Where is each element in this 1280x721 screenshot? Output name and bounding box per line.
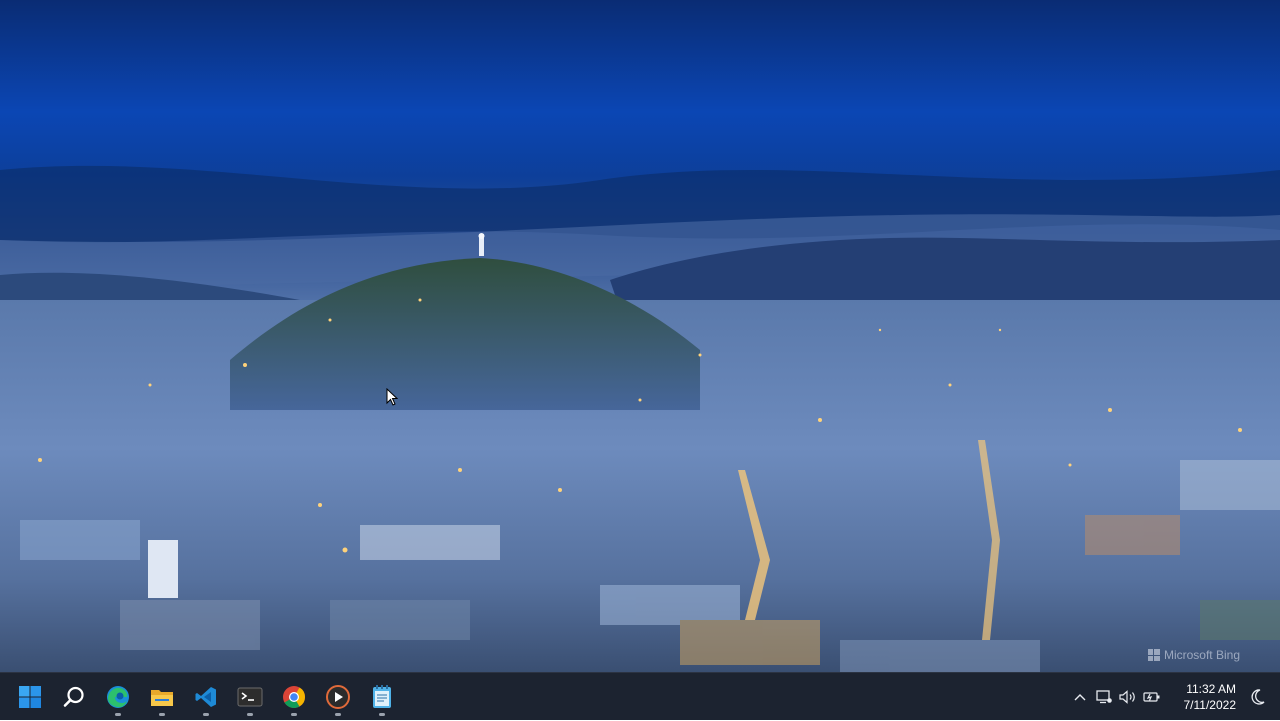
- running-indicator: [291, 713, 297, 716]
- taskbar: 11:32 AM 7/11/2022: [0, 672, 1280, 720]
- running-indicator: [247, 713, 253, 716]
- taskbar-app-file-explorer[interactable]: [142, 677, 182, 717]
- taskbar-app-media-player[interactable]: [318, 677, 358, 717]
- start-button[interactable]: [10, 677, 50, 717]
- taskbar-app-vscode[interactable]: [186, 677, 226, 717]
- taskbar-app-notepad[interactable]: [362, 677, 402, 717]
- battery-button[interactable]: [1140, 681, 1164, 713]
- notepad-icon: [373, 685, 391, 708]
- search-button[interactable]: [54, 677, 94, 717]
- volume-icon: [1119, 690, 1135, 704]
- volume-button[interactable]: [1116, 681, 1140, 713]
- clock-time: 11:32 AM: [1186, 682, 1236, 696]
- running-indicator: [335, 713, 341, 716]
- wallpaper: [0, 0, 1280, 672]
- battery-icon: [1143, 692, 1160, 702]
- watermark-text: Microsoft Bing: [1163, 648, 1240, 662]
- clock-button[interactable]: 11:32 AM 7/11/2022: [1172, 681, 1237, 713]
- windows-start-icon: [19, 686, 41, 708]
- chrome-icon: [283, 686, 305, 708]
- bing-watermark: Microsoft Bing: [1147, 648, 1240, 662]
- running-indicator: [203, 713, 209, 716]
- desktop[interactable]: Microsoft Bing: [0, 0, 1280, 672]
- folder-icon: [151, 690, 173, 706]
- show-hidden-icons-button[interactable]: [1068, 681, 1092, 713]
- taskbar-app-chrome[interactable]: [274, 677, 314, 717]
- focus-moon-icon: [1251, 689, 1265, 705]
- clock-date: 7/11/2022: [1183, 698, 1237, 712]
- network-button[interactable]: [1092, 681, 1116, 713]
- network-icon: [1096, 690, 1112, 704]
- vscode-icon: [195, 687, 216, 707]
- edge-icon: [107, 686, 129, 708]
- chevron-up-icon: [1074, 694, 1086, 701]
- running-indicator: [159, 713, 165, 716]
- media-player-icon: [326, 685, 350, 709]
- mouse-pointer-icon: [386, 388, 398, 406]
- taskbar-app-terminal[interactable]: [230, 677, 270, 717]
- system-tray: 11:32 AM 7/11/2022: [1068, 673, 1280, 721]
- terminal-icon: [237, 687, 263, 707]
- running-indicator: [379, 713, 385, 716]
- taskbar-app-edge[interactable]: [98, 677, 138, 717]
- taskbar-apps: [10, 673, 406, 721]
- notification-center-button[interactable]: [1246, 681, 1270, 713]
- microsoft-logo-icon: [1147, 649, 1160, 661]
- running-indicator: [115, 713, 121, 716]
- search-icon: [63, 686, 84, 707]
